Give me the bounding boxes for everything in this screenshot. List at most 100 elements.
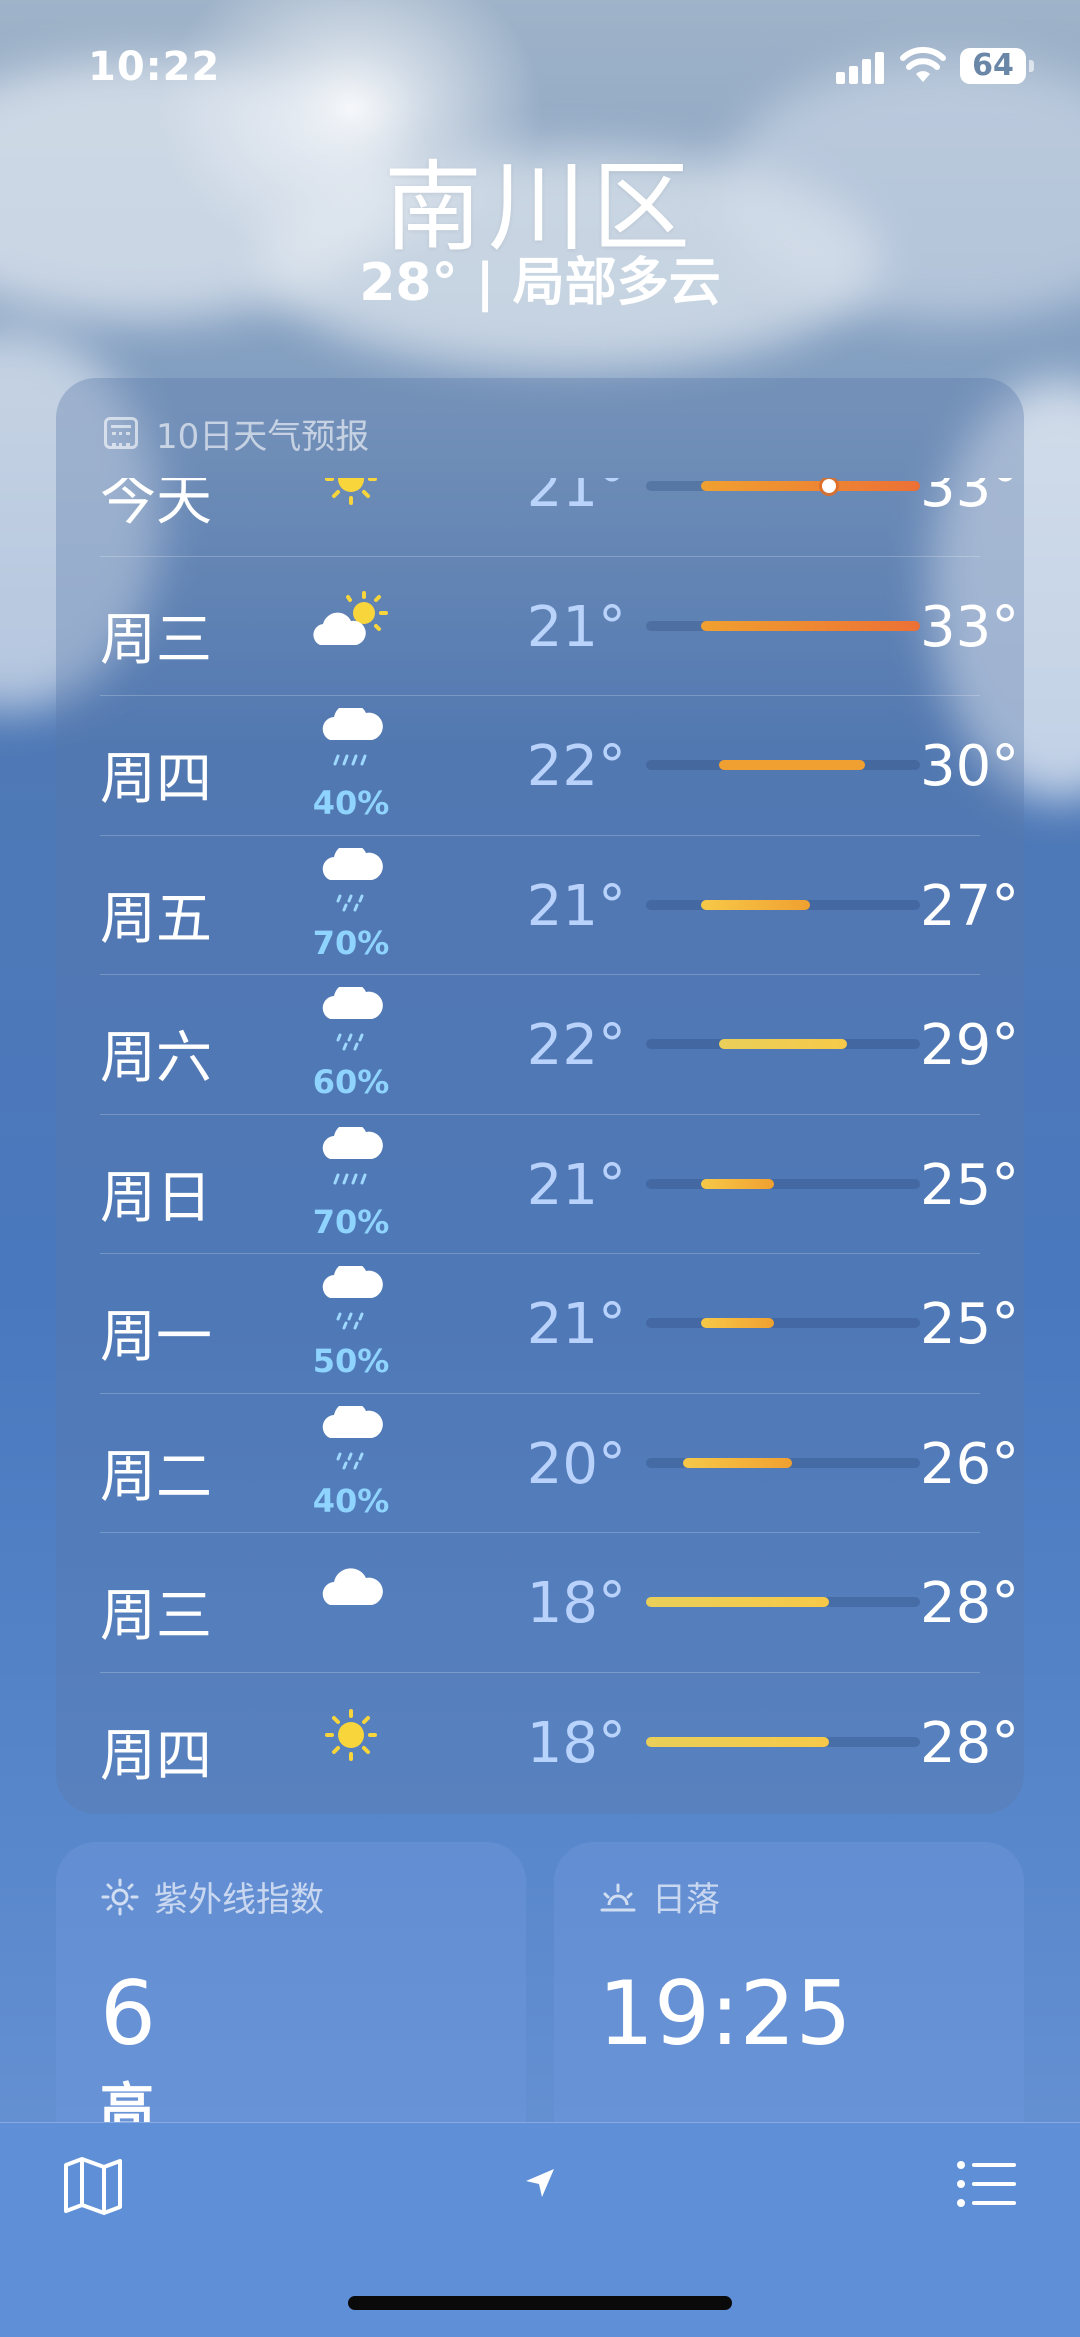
sunset-card-title: 日落 [652, 1880, 720, 1920]
high-temperature: 25° [920, 1152, 1020, 1218]
forecast-card-title: 10日天气预报 [156, 416, 370, 457]
forecast-day-label: 周一 [100, 1305, 212, 1370]
forecast-day-label: 今天 [100, 478, 212, 533]
forecast-rows[interactable]: 今天 21° 33° 周三 21° 33° 周四 40% 22° 30° 周五 70% 21° 27° 周六… [56, 478, 1024, 1814]
drizzle-cloud-icon [322, 847, 383, 911]
temperature-range-fill [701, 899, 810, 910]
current-summary: 28° | 局部多云 [359, 253, 721, 313]
temperature-range-bar [646, 1178, 920, 1189]
precipitation-chance: 50% [312, 1342, 390, 1380]
high-temperature: 25° [920, 1292, 1020, 1357]
uv-card-title: 紫外线指数 [154, 1880, 324, 1920]
forecast-row[interactable]: 周五 70% 21° 27° [56, 836, 1024, 976]
sun-icon [325, 478, 377, 505]
temperature-range-fill [683, 1457, 792, 1468]
rain-cloud-icon [322, 1126, 383, 1184]
uv-value: 6 [100, 1962, 156, 2065]
low-temperature: 21° [526, 873, 626, 939]
temperature-range-bar [646, 899, 920, 910]
low-temperature: 21° [526, 478, 626, 520]
forecast-card-header: 10日天气预报 [104, 408, 369, 458]
map-icon[interactable] [62, 2155, 124, 2215]
forecast-row[interactable]: 周二 40% 20° 26° [56, 1394, 1024, 1534]
rain-cloud-icon [322, 708, 383, 766]
high-temperature: 28° [920, 1710, 1020, 1776]
forecast-day-label: 周四 [100, 747, 212, 812]
sunset-time: 19:25 [598, 1962, 852, 2065]
forecast-day-label: 周四 [100, 1723, 212, 1789]
low-temperature: 20° [526, 1431, 626, 1497]
temperature-range-bar [646, 1039, 920, 1049]
high-temperature: 28° [920, 1571, 1020, 1636]
home-indicator[interactable] [348, 2296, 732, 2310]
forecast-day-label: 周三 [100, 607, 212, 673]
location-arrow-icon[interactable] [524, 2167, 556, 2199]
high-temperature: 30° [920, 734, 1020, 799]
high-temperature: 33° [920, 478, 1020, 520]
high-temperature: 27° [920, 873, 1020, 939]
low-temperature: 21° [526, 594, 626, 660]
temperature-range-bar [646, 1457, 920, 1468]
precipitation-chance: 40% [312, 784, 390, 822]
status-time: 10:22 [88, 44, 221, 90]
cloud-icon [322, 1568, 383, 1605]
sun-icon [325, 1708, 377, 1761]
current-temperature-marker [822, 479, 836, 493]
temperature-range-bar [646, 620, 920, 631]
low-temperature: 18° [526, 1571, 626, 1636]
sunset-card-header: 日落 [598, 1872, 720, 1921]
high-temperature: 29° [920, 1013, 1020, 1078]
precipitation-chance: 70% [312, 1202, 390, 1241]
forecast-row[interactable]: 周六 60% 22° 29° [56, 975, 1024, 1115]
uv-card-header: 紫外线指数 [100, 1872, 324, 1921]
forecast-day-label: 周三 [100, 1584, 212, 1649]
precipitation-chance: 60% [312, 1063, 390, 1101]
temperature-range-bar [646, 1736, 920, 1747]
temperature-range-fill [646, 1597, 829, 1607]
temperature-range-fill [719, 1039, 847, 1049]
wifi-icon [900, 47, 946, 82]
precipitation-chance: 40% [312, 1481, 390, 1520]
temperature-range-bar [646, 1597, 920, 1607]
forecast-row[interactable]: 周四 18° 28° [56, 1673, 1024, 1813]
sunset-icon [600, 1883, 636, 1911]
temperature-range-fill [701, 1178, 774, 1189]
calendar-icon [104, 417, 138, 449]
forecast-row[interactable]: 周三 21° 33° [56, 557, 1024, 697]
low-temperature: 22° [526, 734, 626, 799]
forecast-row[interactable]: 周三 18° 28° [56, 1533, 1024, 1673]
temperature-range-fill [701, 481, 920, 491]
forecast-day-label: 周五 [100, 886, 212, 952]
temperature-range-bar [646, 479, 920, 493]
partly-cloudy-icon [313, 590, 388, 645]
temperature-range-bar [646, 760, 920, 770]
forecast-day-label: 周二 [100, 1444, 212, 1510]
high-temperature: 33° [920, 594, 1020, 660]
sun-icon [101, 1878, 139, 1915]
high-temperature: 26° [920, 1431, 1020, 1497]
forecast-row[interactable]: 周日 70% 21° 25° [56, 1115, 1024, 1255]
list-icon[interactable] [956, 2159, 1018, 2209]
precipitation-chance: 70% [312, 923, 390, 962]
drizzle-cloud-icon [322, 987, 383, 1051]
low-temperature: 21° [526, 1152, 626, 1218]
battery-indicator: 64 [960, 48, 1034, 84]
status-bar: 10:22 64 [0, 0, 1080, 130]
temperature-range-fill [719, 760, 865, 770]
temperature-range-fill [701, 620, 920, 631]
low-temperature: 18° [526, 1710, 626, 1776]
temperature-range-bar [646, 1318, 920, 1328]
drizzle-cloud-icon [322, 1266, 383, 1330]
low-temperature: 21° [526, 1292, 626, 1357]
low-temperature: 22° [526, 1013, 626, 1078]
cellular-signal-icon [836, 50, 886, 84]
forecast-day-label: 周六 [100, 1026, 212, 1091]
temperature-range-fill [646, 1736, 829, 1747]
ten-day-forecast-card[interactable]: 10日天气预报 今天 21° 33° 周三 21° 33° 周四 40% 22° 30° 周五 70%… [56, 378, 1024, 1814]
drizzle-cloud-icon [322, 1405, 383, 1469]
forecast-day-label: 周日 [100, 1165, 212, 1231]
forecast-row[interactable]: 今天 21° 33° [56, 478, 1024, 557]
temperature-range-fill [701, 1318, 774, 1328]
forecast-row[interactable]: 周一 50% 21° 25° [56, 1254, 1024, 1394]
forecast-row[interactable]: 周四 40% 22° 30° [56, 696, 1024, 836]
